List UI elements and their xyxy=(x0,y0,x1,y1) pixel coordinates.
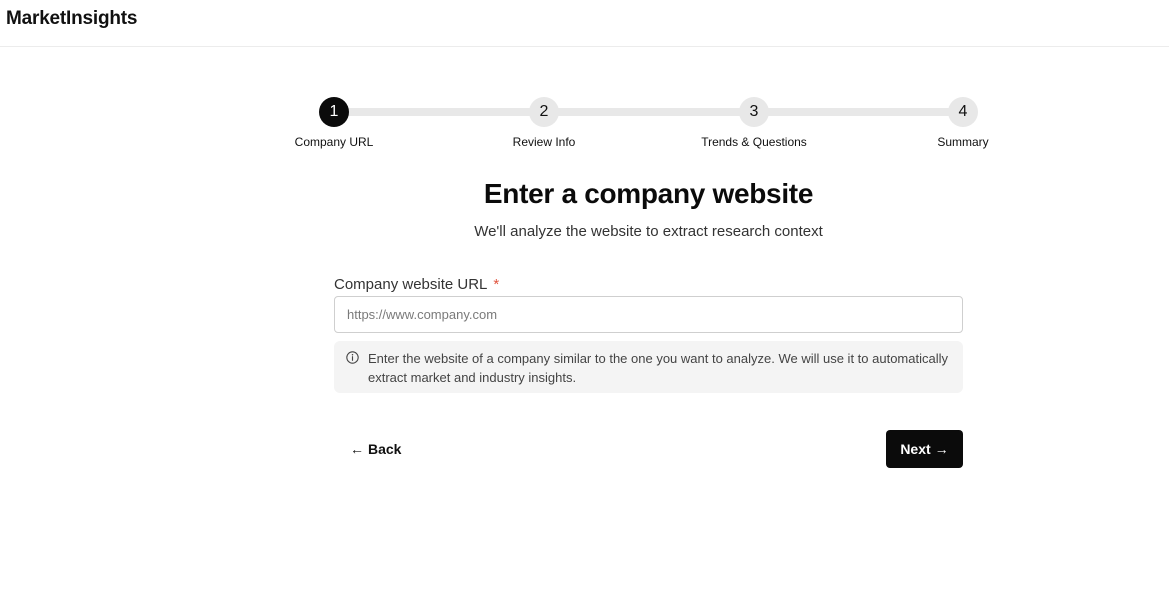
stepper-track xyxy=(334,108,963,116)
next-button-label: Next xyxy=(900,441,931,457)
page-subtitle: We'll analyze the website to extract res… xyxy=(474,223,823,240)
arrow-right-icon: → xyxy=(934,441,949,457)
helper-text: Enter the website of a company similar t… xyxy=(368,351,948,385)
step-4-label: Summary xyxy=(937,135,989,149)
next-button[interactable]: Next → xyxy=(886,430,963,468)
progress-stepper: 1 Company URL 2 Review Info 3 Trends & Q… xyxy=(0,0,1169,160)
arrow-left-icon: ← xyxy=(350,441,364,457)
step-3-circle[interactable]: 3 xyxy=(739,97,769,127)
step-3-label: Trends & Questions xyxy=(701,135,807,149)
url-field-label: Company website URL * xyxy=(334,276,499,293)
page-title: Enter a company website xyxy=(483,178,814,209)
step-1-circle[interactable]: 1 xyxy=(319,97,349,127)
step-1-label: Company URL xyxy=(294,135,374,149)
company-url-input[interactable] xyxy=(334,296,963,333)
helper-note: Enter the website of a company similar t… xyxy=(334,341,963,393)
back-button[interactable]: ← Back xyxy=(340,431,411,467)
back-button-label: Back xyxy=(368,441,402,457)
info-icon xyxy=(346,351,359,364)
step-2-label: Review Info xyxy=(512,135,576,149)
url-field-label-text: Company website URL xyxy=(334,276,488,293)
required-mark: * xyxy=(493,276,500,293)
step-2-circle[interactable]: 2 xyxy=(529,97,559,127)
step-4-circle[interactable]: 4 xyxy=(948,97,978,127)
